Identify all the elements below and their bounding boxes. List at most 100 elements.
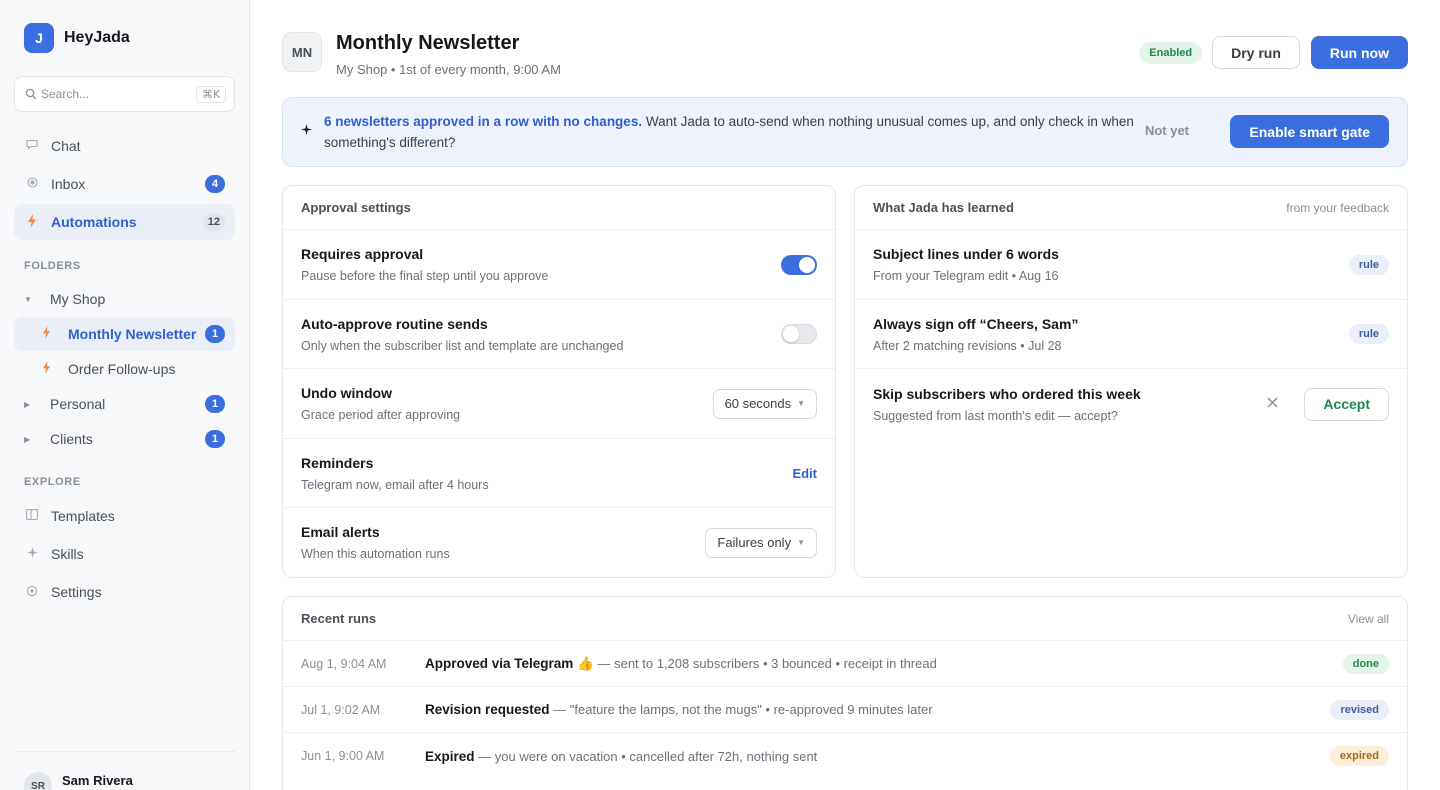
count-badge: 1 [205, 325, 225, 343]
card-title: Approval settings [301, 200, 411, 215]
nav-item-templates[interactable]: Templates [14, 498, 235, 534]
folder-clients[interactable]: ▶ Clients 1 [14, 422, 235, 456]
undo-window-select[interactable]: 60 seconds ▼ [712, 388, 817, 419]
folder-personal[interactable]: ▶ Personal 1 [14, 387, 235, 421]
learned-rules-card: What Jada has learned from your feedback… [854, 185, 1408, 578]
setting-title: Undo window [301, 385, 392, 401]
sidebar-divider [14, 751, 235, 752]
select-value: Failures only [717, 535, 792, 550]
card-header: Approval settings [283, 186, 835, 230]
search-input[interactable] [41, 87, 196, 101]
count-badge: 1 [205, 430, 225, 448]
user-name: Sam Rivera [62, 772, 133, 788]
folder-label: Clients [50, 431, 93, 447]
nav-label: Templates [51, 508, 115, 524]
run-row[interactable]: Jul 1, 9:02 AM Revision requested — "fea… [283, 687, 1407, 733]
edit-reminders-link[interactable]: Edit [792, 466, 817, 481]
rule-title: Skip subscribers who ordered this week [873, 385, 1141, 402]
status-badge: expired [1329, 746, 1389, 766]
search-box[interactable]: ⌘K [14, 76, 235, 112]
setting-row-undo-window: Undo window Grace period after approving… [283, 369, 835, 439]
search-icon [25, 88, 37, 100]
rule-tag: rule [1348, 324, 1389, 344]
folders-section-label: FOLDERS [24, 260, 81, 272]
setting-title: Auto-approve routine sends [301, 315, 488, 332]
run-time: Aug 1, 9:04 AM [301, 656, 387, 671]
bolt-icon [24, 213, 40, 231]
nav-item-chat[interactable]: Chat [14, 128, 235, 164]
brand[interactable]: J HeyJada [14, 0, 235, 76]
user-profile[interactable]: SR Sam Rivera [24, 772, 133, 790]
run-row[interactable]: Aug 1, 9:04 AM Approved via Telegram 👍 —… [283, 641, 1407, 687]
select-value: 60 seconds [724, 396, 792, 411]
status-badge: done [1342, 653, 1389, 674]
folder-label: My Shop [50, 291, 106, 307]
view-all-link[interactable]: View all [1348, 612, 1389, 626]
nav-item-settings[interactable]: Settings [14, 574, 235, 610]
run-details: — sent to 1,208 subscribers • 3 bounced … [593, 655, 937, 671]
banner-highlight: 6 newsletters approved in a row with no … [324, 114, 643, 129]
automations-count-badge: 12 [202, 213, 225, 231]
setting-row-reminders: Reminders Telegram now, email after 4 ho… [283, 439, 835, 508]
rule-source: After 2 matching revisions • Jul 28 [873, 338, 1062, 353]
status-badge: Enabled [1139, 41, 1203, 64]
run-row[interactable]: Jun 1, 9:00 AM Expired — you were on vac… [283, 733, 1407, 779]
run-details: — you were on vacation • cancelled after… [474, 748, 818, 764]
nav-label: Settings [51, 584, 102, 600]
smart-gate-banner: 6 newsletters approved in a row with no … [282, 97, 1408, 167]
nav-label: Automations [51, 214, 137, 230]
inbox-icon [24, 177, 40, 191]
run-now-button[interactable]: Run now [1310, 36, 1408, 69]
chevron-right-icon: ▶ [24, 399, 31, 409]
rule-source: From your Telegram edit • Aug 16 [873, 269, 1059, 283]
card-header: Recent runs View all [283, 597, 1407, 641]
run-event: Revision requested [425, 702, 550, 717]
email-alerts-select[interactable]: Failures only ▼ [705, 527, 817, 558]
requires-approval-toggle[interactable] [781, 254, 817, 275]
run-time: Jul 1, 9:02 AM [301, 702, 381, 717]
learned-rule-row: Subject lines under 6 words From your Te… [855, 230, 1407, 300]
gear-icon [24, 585, 40, 600]
run-details: — "feature the lamps, not the mugs" • re… [549, 702, 933, 717]
suggested-rule-row: Skip subscribers who ordered this week S… [855, 369, 1407, 439]
folder-my-shop[interactable]: ▼ My Shop [14, 282, 235, 316]
recent-runs-card: Recent runs View all Aug 1, 9:04 AM Appr… [282, 596, 1408, 790]
chevron-down-icon: ▼ [797, 399, 805, 408]
sparkle-icon [301, 123, 312, 138]
auto-approve-toggle[interactable] [781, 324, 817, 344]
run-event: Expired [425, 748, 475, 764]
run-summary: Revision requested — "feature the lamps,… [425, 702, 933, 717]
card-meta: from your feedback [1286, 200, 1389, 215]
folder-item-order-follow-ups[interactable]: Order Follow-ups [14, 352, 235, 386]
folder-item-monthly-newsletter[interactable]: Monthly Newsletter 1 [14, 317, 235, 351]
setting-row-auto-approve: Auto-approve routine sends Only when the… [283, 300, 835, 369]
banner-message: 6 newsletters approved in a row with no … [324, 111, 1144, 153]
learned-rule-row: Always sign off “Cheers, Sam” After 2 ma… [855, 300, 1407, 369]
rule-title: Subject lines under 6 words [873, 246, 1059, 262]
nav-item-inbox[interactable]: Inbox 4 [14, 166, 235, 202]
run-time: Jun 1, 9:00 AM [301, 749, 385, 763]
card-title: What Jada has learned [873, 200, 1014, 215]
sparkle-icon [24, 547, 40, 561]
setting-description: When this automation runs [301, 547, 450, 561]
header-actions: Enabled Dry run Run now [1139, 36, 1408, 69]
card-title: Recent runs [301, 611, 377, 626]
chevron-down-icon: ▼ [24, 294, 32, 304]
sidebar: J HeyJada ⌘K Chat Inbox 4 [0, 0, 250, 790]
setting-description: Grace period after approving [301, 408, 461, 422]
nav-item-automations[interactable]: Automations 12 [14, 204, 235, 240]
avatar: SR [24, 772, 52, 790]
nav-label: Inbox [51, 176, 86, 192]
bolt-icon [42, 361, 52, 377]
enable-smart-gate-button[interactable]: Enable smart gate [1230, 115, 1389, 148]
setting-row-email-alerts: Email alerts When this automation runs F… [283, 508, 835, 577]
app-name: HeyJada [64, 29, 130, 46]
chevron-right-icon: ▶ [24, 434, 31, 444]
close-icon[interactable] [1267, 395, 1278, 413]
dry-run-button[interactable]: Dry run [1212, 36, 1300, 69]
run-event: Approved via Telegram 👍 [425, 655, 594, 671]
accept-suggestion-button[interactable]: Accept [1304, 387, 1389, 421]
not-yet-button[interactable]: Not yet [1145, 123, 1189, 138]
setting-description: Telegram now, email after 4 hours [301, 477, 489, 492]
nav-item-skills[interactable]: Skills [14, 536, 235, 572]
